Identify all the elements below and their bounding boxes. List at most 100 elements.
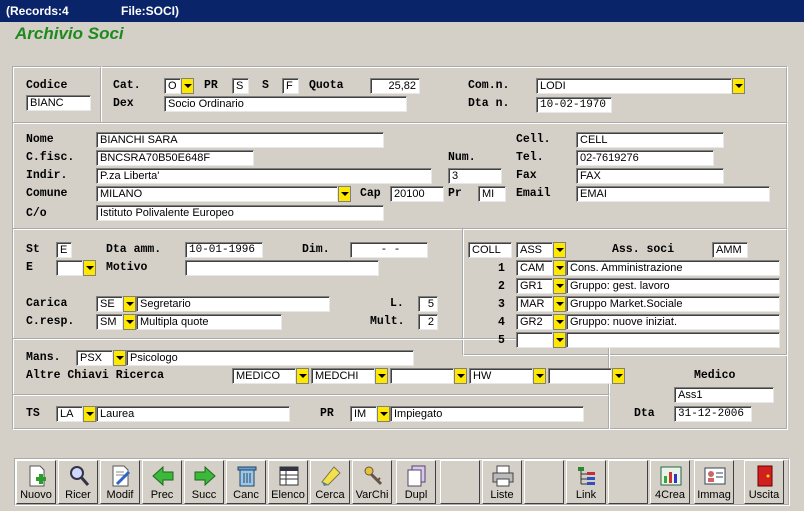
pr-field[interactable]: S	[232, 78, 249, 94]
cfisc-field[interactable]: BNCSRA70B50E648F	[96, 150, 254, 166]
carica-code-field[interactable]: SE	[96, 296, 123, 312]
tel-field[interactable]: 02-7619276	[576, 150, 714, 166]
amm-field[interactable]: AMM	[712, 242, 748, 258]
cat-field[interactable]: O	[164, 78, 181, 94]
dtan-field[interactable]: 10-02-1970	[536, 97, 612, 113]
assoc-code-field[interactable]: MAR	[516, 296, 553, 312]
dupl-button[interactable]: Dupl	[396, 460, 436, 504]
key4-field[interactable]: HW	[469, 368, 533, 384]
dim-label: Dim.	[302, 243, 330, 256]
assoc-code-field[interactable]: GR2	[516, 314, 553, 330]
comn-dropdown[interactable]	[732, 78, 745, 94]
mult-field[interactable]: 2	[418, 314, 438, 330]
assoc-row-number: 5	[498, 334, 505, 347]
prov-field[interactable]: MI	[478, 186, 506, 202]
ts-desc-field[interactable]: Laurea	[96, 406, 290, 422]
immag-button[interactable]: Immag	[694, 460, 734, 504]
liste-button[interactable]: Liste	[482, 460, 522, 504]
carica-field[interactable]: Segretario	[136, 296, 330, 312]
email-field[interactable]: EMAI	[576, 186, 770, 202]
key3-dropdown[interactable]	[454, 368, 467, 384]
motivo-field[interactable]	[185, 260, 379, 276]
canc-button[interactable]: Canc	[226, 460, 266, 504]
prec-button[interactable]: Prec	[142, 460, 182, 504]
ts-pr-code-field[interactable]: IM	[350, 406, 377, 422]
pr-label: PR	[204, 79, 218, 92]
empty-toolbar-button[interactable]	[608, 460, 648, 504]
key5-field[interactable]	[548, 368, 612, 384]
comune-dropdown[interactable]	[338, 186, 351, 202]
empty-toolbar-button[interactable]	[440, 460, 480, 504]
assoc-dropdown[interactable]	[553, 260, 566, 276]
assoc-desc-field[interactable]: Cons. Amministrazione	[566, 260, 780, 276]
key5-dropdown[interactable]	[612, 368, 625, 384]
num-field[interactable]: 3	[448, 168, 502, 184]
assoc-dropdown[interactable]	[553, 314, 566, 330]
assoc-code-field[interactable]: GR1	[516, 278, 553, 294]
elenco-button[interactable]: Elenco	[268, 460, 308, 504]
cell-field[interactable]: CELL	[576, 132, 724, 148]
co-field[interactable]: Istituto Polivalente Europeo	[96, 205, 384, 221]
s-field[interactable]: F	[282, 78, 299, 94]
ass-dropdown[interactable]	[553, 242, 566, 258]
nuovo-button[interactable]: Nuovo	[16, 460, 56, 504]
cerca-button[interactable]: Cerca	[310, 460, 350, 504]
assoc-desc-field[interactable]	[566, 332, 780, 348]
e-field[interactable]	[56, 260, 83, 276]
indir-field[interactable]: P.za Liberta'	[96, 168, 432, 184]
comune-field[interactable]: MILANO	[96, 186, 338, 202]
empty-toolbar-button[interactable]	[524, 460, 564, 504]
modif-button[interactable]: Modif	[100, 460, 140, 504]
key1-dropdown[interactable]	[296, 368, 309, 384]
carica-dropdown[interactable]	[123, 296, 136, 312]
cat-dropdown[interactable]	[181, 78, 194, 94]
comn-field[interactable]: LODI	[536, 78, 732, 94]
st-field[interactable]: E	[56, 242, 72, 258]
assoc-dropdown[interactable]	[553, 296, 566, 312]
ricer-button[interactable]: Ricer	[58, 460, 98, 504]
key1-field[interactable]: MEDICO	[232, 368, 296, 384]
e-dropdown[interactable]	[83, 260, 96, 276]
l-field[interactable]: 5	[418, 296, 438, 312]
cap-field[interactable]: 20100	[390, 186, 444, 202]
coll-field[interactable]: COLL	[468, 242, 512, 258]
dtaamm-field[interactable]: 10-01-1996	[185, 242, 263, 258]
fax-field[interactable]: FAX	[576, 168, 724, 184]
nome-field[interactable]: BIANCHI SARA	[96, 132, 384, 148]
quota-field[interactable]: 25,82	[370, 78, 420, 94]
dex-field[interactable]: Socio Ordinario	[164, 96, 407, 112]
assoc-desc-field[interactable]: Gruppo: nuove iniziat.	[566, 314, 780, 330]
ts-pr-desc-field[interactable]: Impiegato	[390, 406, 584, 422]
mans-desc-field[interactable]: Psicologo	[126, 350, 414, 366]
mans-code-field[interactable]: PSX	[76, 350, 113, 366]
varchi-button[interactable]: VarChi	[352, 460, 392, 504]
succ-button[interactable]: Succ	[184, 460, 224, 504]
medico-field[interactable]: Ass1	[674, 387, 774, 403]
crea-button[interactable]: 4Crea	[650, 460, 690, 504]
medico-dta-field[interactable]: 31-12-2006	[674, 406, 752, 422]
key4-dropdown[interactable]	[533, 368, 546, 384]
codice-field[interactable]: BIANC	[26, 95, 91, 111]
mans-dropdown[interactable]	[113, 350, 126, 366]
dim-field[interactable]: - -	[350, 242, 428, 258]
ts-code-field[interactable]: LA	[56, 406, 83, 422]
uscita-button[interactable]: Uscita	[744, 460, 784, 504]
assoc-dropdown[interactable]	[553, 278, 566, 294]
ass-field[interactable]: ASS	[516, 242, 553, 258]
link-button[interactable]: Link	[566, 460, 606, 504]
assoc-code-field[interactable]: CAM	[516, 260, 553, 276]
assoc-code-field[interactable]	[516, 332, 553, 348]
cresp-dropdown[interactable]	[123, 314, 136, 330]
file-name: File:SOCI)	[121, 4, 180, 18]
cresp-field[interactable]: Multipla quote	[136, 314, 282, 330]
chevron-down-icon	[555, 248, 564, 252]
key2-dropdown[interactable]	[375, 368, 388, 384]
assoc-desc-field[interactable]: Gruppo: gest. lavoro	[566, 278, 780, 294]
assoc-dropdown[interactable]	[553, 332, 566, 348]
key2-field[interactable]: MEDCHI	[311, 368, 375, 384]
key3-field[interactable]	[390, 368, 454, 384]
cresp-code-field[interactable]: SM	[96, 314, 123, 330]
ts-pr-dropdown[interactable]	[377, 406, 390, 422]
ts-dropdown[interactable]	[83, 406, 96, 422]
assoc-desc-field[interactable]: Gruppo Market.Sociale	[566, 296, 780, 312]
